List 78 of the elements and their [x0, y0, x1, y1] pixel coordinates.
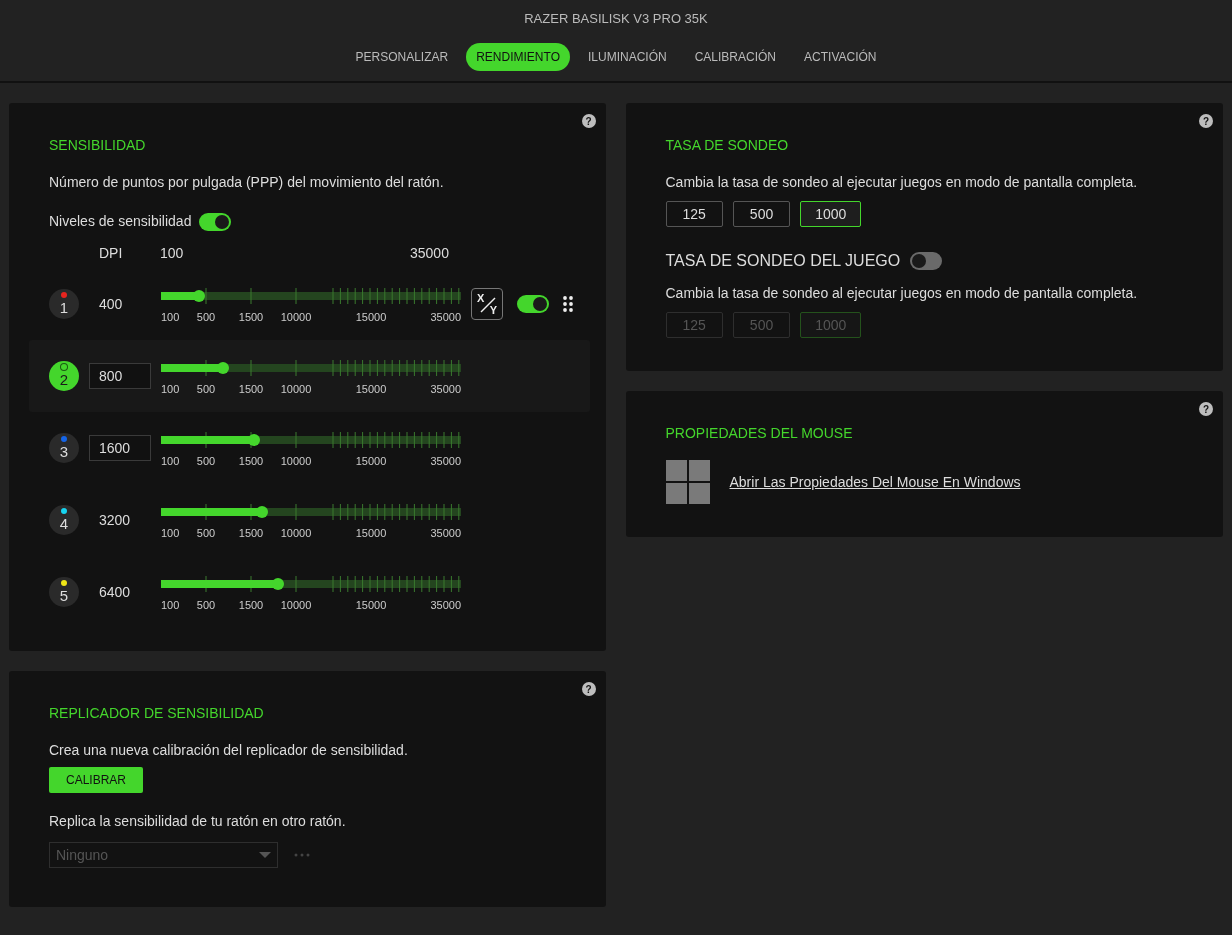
dpi-value: 3200 — [98, 510, 131, 530]
y-label: Y — [489, 302, 497, 318]
tab[interactable]: ACTIVACIÓN — [794, 42, 887, 71]
help-icon[interactable]: ? — [1199, 114, 1213, 128]
scale-label: 10000 — [280, 453, 312, 469]
tab[interactable]: ILUMINACIÓN — [578, 42, 677, 71]
column-header: DPI — [99, 243, 124, 263]
link[interactable]: Abrir Las Propiedades Del Mouse En Windows — [729, 471, 1021, 493]
caret-icon — [259, 852, 271, 858]
help-icon[interactable]: ? — [581, 682, 596, 696]
scale-label: 500 — [196, 309, 216, 325]
scale-label: 35000 — [430, 309, 461, 325]
polling-rate-option[interactable]: 1000 — [800, 201, 862, 227]
slash-icon — [479, 296, 497, 314]
tab[interactable]: CALIBRACIÓN — [684, 42, 787, 71]
description: Cambia la tasa de sondeo al ejecutar juegos en modo de pantalla completa. — [665, 284, 1139, 303]
level-badge[interactable]: 2 — [49, 361, 79, 391]
toggle-switch[interactable] — [517, 295, 549, 313]
scale-label: 1500 — [238, 381, 264, 397]
windows-logo-icon — [665, 460, 710, 504]
description: Crea una nueva calibración del replicador de sensibilidad. — [49, 741, 409, 760]
scale-label: 1500 — [238, 597, 264, 613]
scale-label: 35000 — [430, 381, 461, 397]
scale-label: 10000 — [280, 309, 312, 325]
scale-label: 100 — [161, 309, 180, 325]
scale-label: 10000 — [280, 381, 312, 397]
xy-button[interactable]: X Y — [471, 288, 503, 320]
scale-label: 100 — [161, 597, 180, 613]
level-badge[interactable]: 3 — [49, 433, 79, 463]
scale-label: 35000 — [430, 453, 461, 469]
window-title: RAZER BASILISK V3 PRO 35K — [524, 10, 708, 28]
scale-label: 10000 — [280, 525, 312, 541]
description: Replica la sensibilidad de tu ratón en otro ratón. — [49, 812, 347, 831]
scale-label: 100 — [161, 381, 180, 397]
toggle-switch[interactable] — [199, 212, 232, 231]
scale-label: 500 — [196, 453, 216, 469]
toggle-label: Niveles de sensibilidad — [49, 212, 192, 231]
dpi-value: 400 — [98, 294, 123, 314]
scale-label: 15000 — [355, 453, 387, 469]
dpi-input[interactable]: 1600 — [89, 435, 151, 461]
scale-label: 500 — [196, 381, 216, 397]
scale-label: 100 — [161, 525, 180, 541]
scale-label: 500 — [196, 525, 216, 541]
drag-handle-icon[interactable] — [563, 296, 573, 312]
level-badge[interactable]: 4 — [49, 505, 79, 535]
scale-label: 15000 — [355, 525, 387, 541]
scale-label: 100 — [161, 453, 180, 469]
scale-label: 15000 — [355, 381, 387, 397]
scale-label: 1500 — [238, 309, 264, 325]
help-icon[interactable]: ? — [581, 114, 596, 128]
description: Cambia la tasa de sondeo al ejecutar juegos en modo de pantalla completa. — [665, 173, 1139, 192]
section-title: PROPIEDADES DEL MOUSE — [665, 424, 854, 442]
polling-rate-option[interactable]: 125 — [665, 201, 723, 227]
subsection-title: TASA DE SONDEO DEL JUEGO — [665, 251, 901, 271]
scale-label: 1500 — [238, 453, 264, 469]
tab[interactable]: PERSONALIZAR — [345, 42, 459, 71]
section-title: TASA DE SONDEO — [665, 136, 790, 154]
scale-label: 10000 — [280, 597, 312, 613]
level-badge[interactable]: 5 — [49, 577, 79, 607]
scale-label: 15000 — [355, 597, 387, 613]
scale-label: 35000 — [430, 597, 461, 613]
polling-rate-option[interactable]: 500 — [732, 201, 791, 227]
scale-min-label: 100 — [160, 243, 185, 263]
calibrate-button[interactable]: CALIBRAR — [49, 767, 144, 793]
scale-label: 1500 — [238, 525, 264, 541]
dpi-value: 6400 — [98, 582, 131, 602]
x-label: X — [477, 291, 485, 306]
level-badge[interactable]: 1 — [49, 289, 79, 319]
description: Número de puntos por pulgada (PPP) del movimiento del ratón. — [49, 173, 445, 192]
scale-label: 35000 — [430, 525, 461, 541]
dpi-input[interactable]: 800 — [89, 363, 151, 389]
scale-label: 15000 — [355, 309, 387, 325]
scale-label: 500 — [196, 597, 216, 613]
tab[interactable]: RENDIMIENTO — [466, 42, 570, 71]
section-title: SENSIBILIDAD — [49, 136, 147, 154]
help-icon[interactable]: ? — [1199, 402, 1213, 416]
scale-max-label: 35000 — [410, 243, 449, 263]
section-title: REPLICADOR DE SENSIBILIDAD — [49, 704, 265, 722]
